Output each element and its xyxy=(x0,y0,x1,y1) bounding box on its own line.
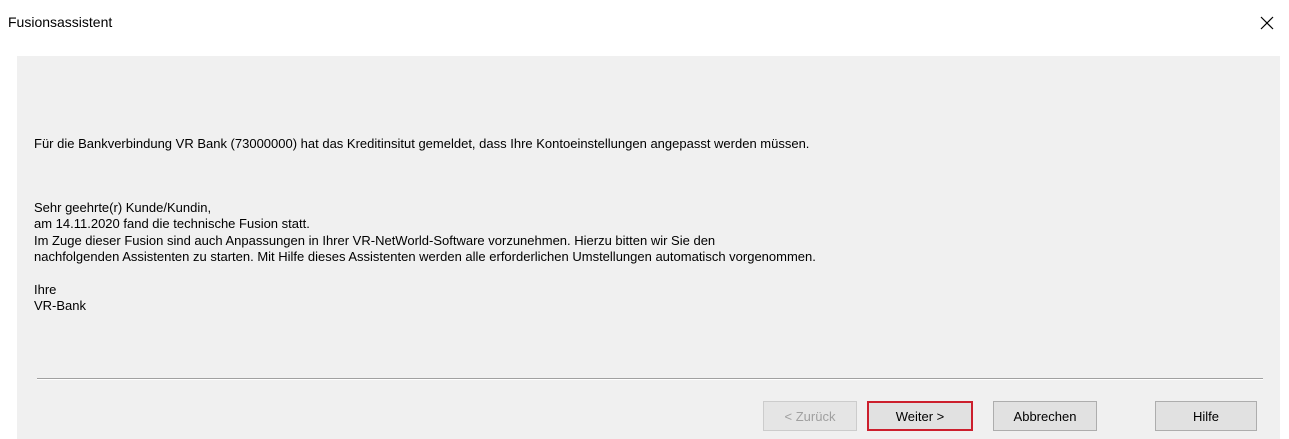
next-button[interactable]: Weiter > xyxy=(867,401,973,431)
cancel-button[interactable]: Abbrechen xyxy=(993,401,1097,431)
fusion-date-text: am 14.11.2020 fand die technische Fusion… xyxy=(34,216,310,231)
back-button[interactable]: < Zurück xyxy=(763,401,857,431)
button-separator xyxy=(37,378,1263,379)
closing-text: Ihre xyxy=(34,282,57,297)
dialog-titlebar: Fusionsassistent xyxy=(0,0,1289,50)
help-button[interactable]: Hilfe xyxy=(1155,401,1257,431)
close-button[interactable] xyxy=(1250,8,1284,38)
close-icon xyxy=(1260,16,1274,30)
dialog-title: Fusionsassistent xyxy=(8,14,113,30)
intro-message: Für die Bankverbindung VR Bank (73000000… xyxy=(34,136,810,151)
adjustment-info-text: Im Zuge dieser Fusion sind auch Anpassun… xyxy=(34,233,716,248)
signature-text: VR-Bank xyxy=(34,298,87,313)
assistant-info-text: nachfolgenden Assistenten zu starten. Mi… xyxy=(34,249,816,264)
greeting-text: Sehr geehrte(r) Kunde/Kundin, xyxy=(34,200,212,215)
dialog-content-panel: Für die Bankverbindung VR Bank (73000000… xyxy=(17,56,1280,439)
